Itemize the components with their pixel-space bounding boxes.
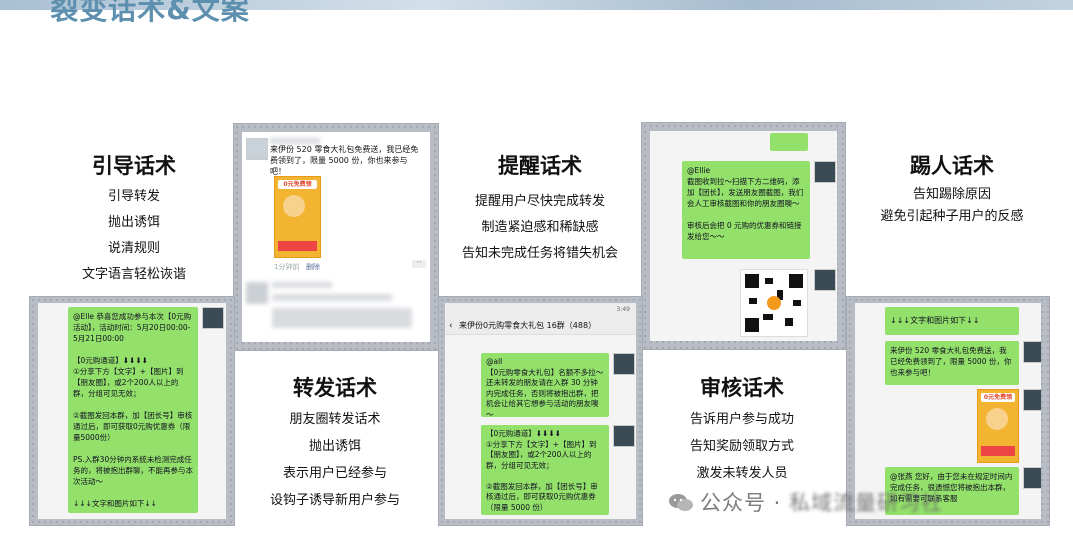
avatar	[613, 425, 635, 447]
forward-line: 设钩子诱导新用户参与	[269, 493, 400, 508]
forward-heading: 转发话术	[293, 376, 377, 400]
avatar	[246, 282, 268, 304]
guide-lines: 引导转发 抛出诱饵 说清规则 文字语言轻松诙谐	[24, 184, 244, 288]
poster-banner	[981, 446, 1015, 456]
forward-lines: 朋友圈转发话术 抛出诱饵 表示用户已经参与 设钩子诱导新用户参与	[225, 406, 445, 514]
kick-line: 告知踢除原因	[912, 187, 991, 202]
review-line: 告知奖励领取方式	[689, 439, 794, 454]
forward-line: 表示用户已经参与	[282, 466, 387, 481]
kick-forward-message: 来伊份 520 零食大礼包免费送，我已经免费领到了，限量 5000 份，你也来参…	[885, 341, 1019, 385]
more-icon[interactable]: ··	[412, 259, 426, 268]
avatar	[613, 353, 635, 375]
avatar	[1023, 341, 1041, 363]
remind-heading: 提醒话术	[498, 154, 582, 178]
promo-poster-image: 0元免费领	[977, 389, 1019, 463]
status-bar: 3:49	[445, 303, 636, 317]
review-message: @Ellie 截图收到拉～扫描下方二维码，添加【团长】，发送朋友圈截图，我们会人…	[682, 161, 810, 259]
kick-intro-message: ↓↓↓文字和图片如下↓↓	[885, 307, 1019, 335]
poster-figure	[283, 195, 305, 217]
review-heading: 审核话术	[700, 376, 784, 400]
remind-chat-screen: 3:49 ‹ 来伊份0元购零食大礼包 16群（488） @all 【0元购零食大…	[445, 303, 636, 519]
chat-bubble	[770, 133, 808, 151]
post-time: 1分钟前	[274, 263, 300, 271]
guide-line: 说清规则	[107, 241, 160, 256]
avatar	[814, 269, 836, 291]
forward-line: 朋友圈转发话术	[289, 412, 381, 427]
chat-header: ‹ 来伊份0元购零食大礼包 16群（488）	[445, 317, 636, 335]
forward-line: 抛出诱饵	[308, 439, 361, 454]
guide-chat-screen: @Elle 恭喜您成功参与本次【0元购活动】，活动时间：5月20日00:00-5…	[38, 303, 226, 519]
avatar	[202, 307, 224, 329]
remind-line: 制造紧迫感和稀缺感	[481, 220, 599, 235]
blurred-comment	[272, 282, 332, 288]
kick-line: 避免引起种子用户的反感	[880, 209, 1024, 224]
remind-line: 告知未完成任务将错失机会	[461, 246, 618, 261]
kick-lines: 告知踢除原因 避免引起种子用户的反感	[842, 184, 1062, 228]
guide-chat-screenshot: @Elle 恭喜您成功参与本次【0元购活动】，活动时间：5月20日00:00-5…	[29, 296, 235, 526]
remind-message: @all 【0元购零食大礼包】名额不多拉～还未转发的朋友请在入群 30 分钟内完…	[481, 353, 609, 419]
promo-poster-image: 0元免费领	[274, 176, 321, 258]
delete-link[interactable]: 删除	[306, 262, 320, 272]
review-line: 告诉用户参与成功	[689, 412, 794, 427]
avatar	[814, 161, 836, 183]
avatar	[1023, 389, 1041, 411]
remind-chat-screenshot: 3:49 ‹ 来伊份0元购零食大礼包 16群（488） @all 【0元购零食大…	[438, 296, 643, 526]
guide-line: 文字语言轻松诙谐	[81, 267, 186, 282]
remind-lines: 提醒用户尽快完成转发 制造紧迫感和稀缺感 告知未完成任务将错失机会	[430, 189, 650, 267]
kick-heading: 踢人话术	[910, 154, 994, 178]
page-title: 裂变话术&文案	[50, 0, 250, 26]
review-chat-screen: @Ellie 截图收到拉～扫描下方二维码，添加【团长】，发送朋友圈截图，我们会人…	[650, 131, 837, 341]
watermark: 公众号 · 私域流量研习社	[668, 487, 943, 517]
review-line: 激发未转发人员	[696, 466, 788, 481]
remind-line: 提醒用户尽快完成转发	[474, 194, 605, 209]
poster-banner	[278, 241, 317, 251]
moments-screen: 来伊份 520 零食大礼包免费送，我已经免费领到了，限量 5000 份，你也来参…	[242, 132, 430, 342]
channel-message: 【0元购通道】⬇⬇⬇⬇ ①分享下方【文字】+【图片】到【朋友圈】，或2个200人…	[481, 425, 609, 515]
chat-title: 来伊份0元购零食大礼包 16群（488）	[459, 321, 597, 330]
poster-tag: 0元免费领	[981, 393, 1015, 402]
avatar	[1023, 467, 1041, 489]
blurred-comment	[272, 308, 412, 328]
poster-tag: 0元免费领	[278, 180, 317, 189]
status-time: 3:49	[616, 306, 630, 313]
guide-line: 抛出诱饵	[107, 215, 160, 230]
moments-screenshot: 来伊份 520 零食大礼包免费送，我已经免费领到了，限量 5000 份，你也来参…	[233, 123, 439, 351]
review-chat-screenshot: @Ellie 截图收到拉～扫描下方二维码，添加【团长】，发送朋友圈截图，我们会人…	[641, 122, 846, 350]
review-lines: 告诉用户参与成功 告知奖励领取方式 激发未转发人员	[632, 406, 852, 487]
moments-text: 来伊份 520 零食大礼包免费送，我已经免费领到了，限量 5000 份，你也来参…	[270, 145, 419, 176]
guide-line: 引导转发	[107, 189, 160, 204]
qr-code-image	[740, 269, 808, 337]
guide-heading: 引导话术	[92, 154, 176, 178]
wechat-icon	[669, 494, 693, 511]
avatar	[246, 138, 268, 160]
guide-message: @Elle 恭喜您成功参与本次【0元购活动】，活动时间：5月20日00:00-5…	[68, 307, 198, 513]
back-icon[interactable]: ‹	[449, 317, 453, 335]
watermark-name: 私域流量研习社	[789, 491, 944, 515]
watermark-prefix: 公众号 ·	[700, 491, 790, 515]
poster-figure	[986, 408, 1008, 430]
blurred-comment	[272, 294, 392, 301]
